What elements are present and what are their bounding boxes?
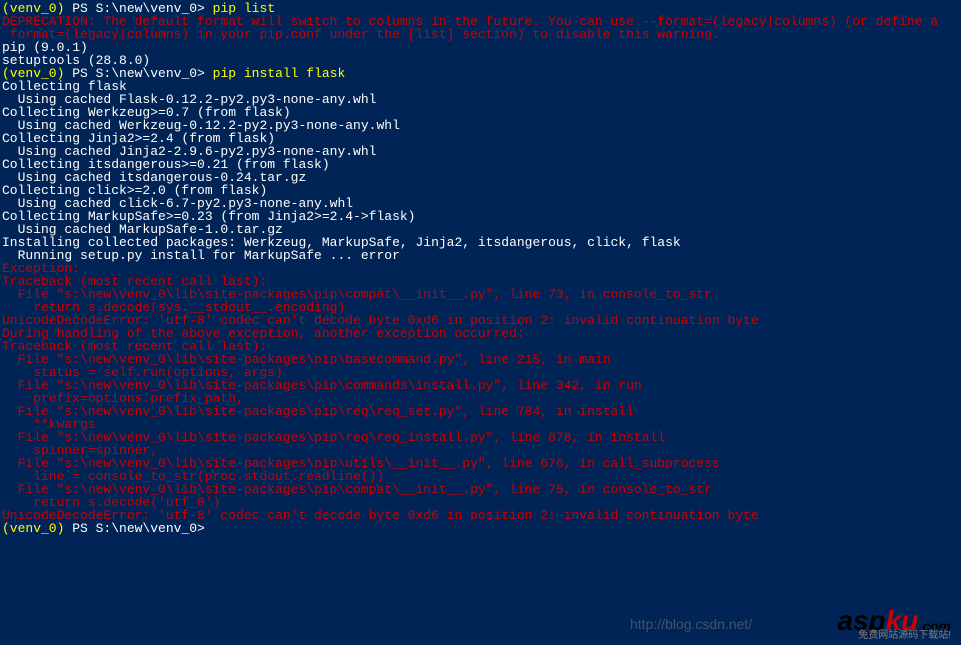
output-line: Running setup.py install for MarkupSafe …: [2, 249, 959, 262]
error-line: File "s:\new\venv_0\lib\site-packages\pi…: [2, 405, 959, 418]
terminal-line[interactable]: (venv_0) PS S:\new\venv_0>: [2, 522, 959, 535]
terminal-line[interactable]: (venv_0) PS S:\new\venv_0> pip install f…: [2, 67, 959, 80]
path-prompt: PS S:\new\venv_0>: [64, 521, 212, 536]
deprecation-warning: format=(legacy|columns) in your pip.conf…: [2, 28, 959, 41]
logo-subtext: 免费网站源码下载站!: [858, 631, 951, 641]
watermark-url: http://blog.csdn.net/: [630, 617, 752, 631]
venv-prompt: (venv_0): [2, 521, 64, 536]
command: pip install flask: [213, 66, 346, 81]
